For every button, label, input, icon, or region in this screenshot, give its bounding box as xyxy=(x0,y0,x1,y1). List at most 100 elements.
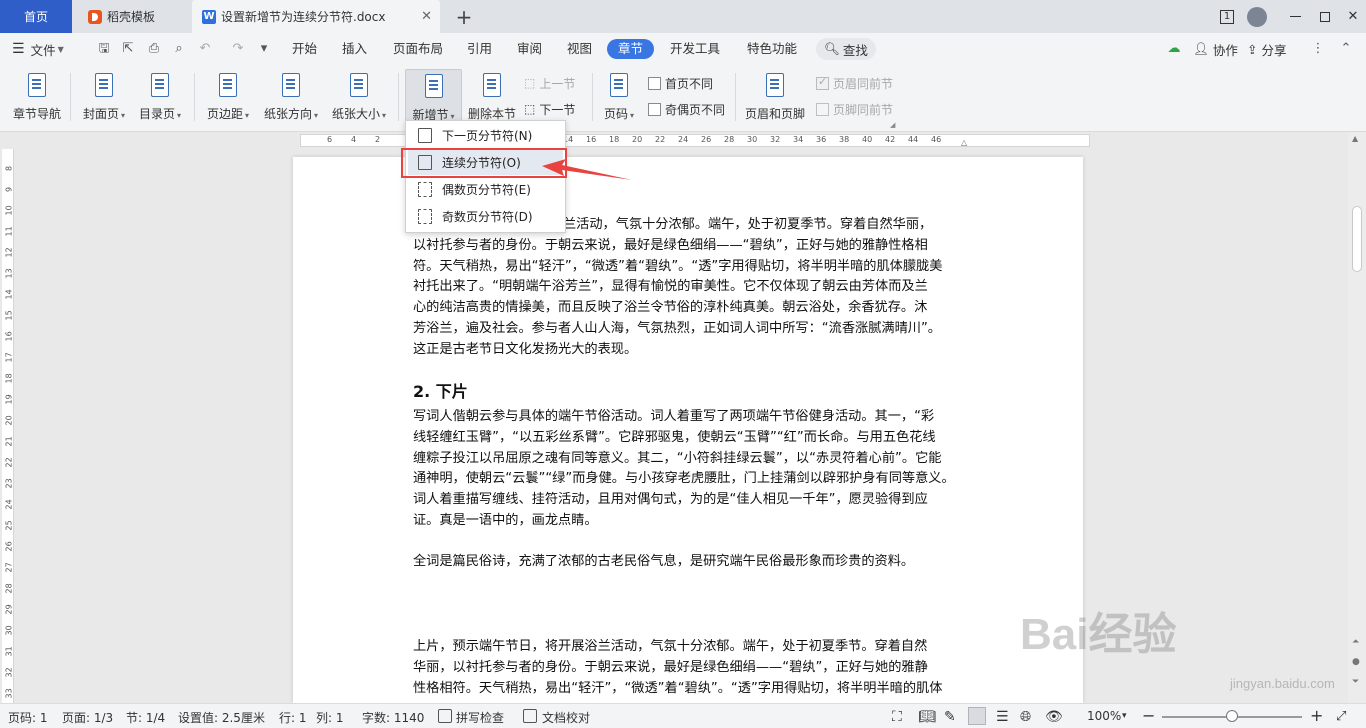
right-indent-marker-icon[interactable]: △ xyxy=(961,138,967,147)
orientation-button[interactable]: 纸张方向 ▾ xyxy=(260,69,322,127)
margin-icon xyxy=(214,71,242,101)
eye-protect-icon[interactable]: 👁︎ xyxy=(1045,709,1063,725)
page-view-icon[interactable] xyxy=(968,707,986,725)
tab-home[interactable]: 首页 xyxy=(0,0,72,33)
prev-section-button[interactable]: ⬚ 上一节 xyxy=(524,73,575,93)
ruler-tick: 26 xyxy=(701,135,712,144)
paper-size-button[interactable]: 纸张大小 ▾ xyxy=(328,69,390,127)
web-view-icon[interactable]: 🌐︎ xyxy=(1020,709,1031,725)
share-button[interactable]: ⇪ 分享 xyxy=(1247,39,1287,59)
cover-page-button[interactable]: 封面页 ▾ xyxy=(78,69,130,127)
new-tab-button[interactable]: + xyxy=(450,0,478,33)
next-section-button[interactable]: ⬚ 下一节 xyxy=(524,99,575,119)
zoom-out-icon[interactable]: − xyxy=(1142,706,1155,725)
redo-icon[interactable]: ↷ xyxy=(230,41,246,57)
status-row[interactable]: 行: 1 xyxy=(279,709,307,726)
margin-button[interactable]: 页边距 ▾ xyxy=(200,69,256,127)
tab-features[interactable]: 特色功能 xyxy=(745,39,799,59)
section-heading[interactable]: 2. 下片 xyxy=(413,378,468,402)
save-icon[interactable]: 🖫 xyxy=(96,41,112,57)
first-page-diff-checkbox[interactable]: 首页不同 xyxy=(648,73,713,93)
page-number-button[interactable]: 页码 ▾ xyxy=(598,69,640,127)
ruler-tick: 17 xyxy=(4,352,14,363)
collapse-ribbon-icon[interactable]: ⌃ xyxy=(1338,41,1354,57)
zoom-in-icon[interactable]: + xyxy=(1310,706,1323,725)
ruler-tick: 33 xyxy=(4,688,14,699)
tab-developer[interactable]: 开发工具 xyxy=(668,39,722,59)
status-page-count[interactable]: 页面: 1/3 xyxy=(62,709,113,726)
avatar[interactable] xyxy=(1242,0,1272,33)
export-icon[interactable]: ⇱ xyxy=(120,41,136,57)
proofread-button[interactable]: 文档校对 xyxy=(542,709,590,726)
close-tab-icon[interactable]: ✕ xyxy=(421,9,432,24)
prev-page-icon[interactable]: ⏶ xyxy=(1352,637,1359,647)
minimize-icon[interactable] xyxy=(1280,0,1310,33)
vertical-ruler[interactable]: 8 9 10 11 12 13 14 15 16 17 18 19 20 21 … xyxy=(0,149,17,703)
status-setting-value[interactable]: 设置值: 2.5厘米 xyxy=(178,709,265,726)
tab-document[interactable]: W 设置新增节为连续分节符.docx ✕ xyxy=(192,0,440,33)
text-line: 上片，预示端午节日，将开展浴兰活动，气氛十分浓郁。端午，处于初夏季节。穿着自然 xyxy=(413,639,928,654)
paragraph-2[interactable]: 写词人偕朝云参与具体的端午节俗活动。词人着重写了两项端午节俗健身活动。其一，“彩… xyxy=(413,407,968,532)
status-page-number[interactable]: 页码: 1 xyxy=(8,709,48,726)
paragraph-1[interactable]: 兰活动，气氛十分浓郁。端午，处于初夏季节。穿着自然华丽， 以衬托参与者的身份。于… xyxy=(413,215,968,361)
zoom-slider-handle[interactable] xyxy=(1226,710,1238,722)
tab-insert[interactable]: 插入 xyxy=(340,39,369,59)
dialog-launcher-icon[interactable]: ◢ xyxy=(890,121,895,129)
chevron-down-icon: ▼ xyxy=(57,44,64,54)
vertical-scrollbar[interactable]: ▲ ⏶ ● ⏷ xyxy=(1348,132,1366,703)
focus-mode-icon[interactable]: ⛶ xyxy=(892,709,902,725)
collab-button[interactable]: 👤︎ 协作 xyxy=(1193,39,1238,59)
ruler-tick: 27 xyxy=(4,562,14,573)
paragraph-3[interactable]: 全词是篇民俗诗，充满了浓郁的古老民俗气息，是研究端午民俗最形象而珍贵的资料。 xyxy=(413,552,968,573)
quick-access-dropdown-icon[interactable]: ▾ xyxy=(256,41,272,57)
read-mode-icon[interactable]: 📖︎ xyxy=(918,709,936,725)
zoom-dropdown-icon[interactable]: ▾ xyxy=(1122,711,1127,721)
tab-page-layout[interactable]: 页面布局 xyxy=(391,39,445,59)
document-page[interactable]: 兰活动，气氛十分浓郁。端午，处于初夏季节。穿着自然华丽， 以衬托参与者的身份。于… xyxy=(293,157,1083,703)
menu-item-odd-page-break[interactable]: 奇数页分节符(D) xyxy=(408,204,563,229)
print-preview-icon[interactable]: ⌕ xyxy=(171,41,187,57)
print-icon[interactable]: ⎙ xyxy=(146,41,162,57)
odd-even-diff-checkbox[interactable]: 奇偶页不同 xyxy=(648,99,725,119)
edit-mode-icon[interactable]: ✎ xyxy=(944,709,956,725)
header-footer-button[interactable]: 页眉和页脚 xyxy=(742,69,808,127)
file-menu[interactable]: ☰ 文件 ▼ xyxy=(12,39,64,59)
status-word-count[interactable]: 字数: 1140 xyxy=(362,709,424,726)
status-col[interactable]: 列: 1 xyxy=(316,709,344,726)
spellcheck-button[interactable]: 拼写检查 xyxy=(456,709,504,726)
window-badge[interactable]: 1 xyxy=(1212,0,1242,33)
close-window-icon[interactable]: ✕ xyxy=(1338,0,1366,33)
chapter-nav-button[interactable]: 章节导航 xyxy=(8,69,66,127)
status-section[interactable]: 节: 1/4 xyxy=(126,709,165,726)
select-browse-icon[interactable]: ● xyxy=(1352,657,1360,667)
scrollbar-thumb[interactable] xyxy=(1352,206,1362,272)
new-section-button[interactable]: 新增节 ▾ xyxy=(405,69,462,127)
ruler-tick: 38 xyxy=(839,135,850,144)
menu-item-next-page-break[interactable]: 下一页分节符(N) xyxy=(408,123,563,148)
footer-same-checkbox[interactable]: 页脚同前节 xyxy=(816,99,893,119)
cloud-sync-icon[interactable]: ☁ xyxy=(1166,41,1182,57)
toc-page-button[interactable]: 目录页 ▾ xyxy=(134,69,186,127)
zoom-level[interactable]: 100% xyxy=(1087,709,1121,723)
ruler-tick: 18 xyxy=(4,373,14,384)
search-box[interactable]: 🔍︎ 查找 xyxy=(816,38,876,60)
restore-icon[interactable] xyxy=(1310,0,1340,33)
tab-section[interactable]: 章节 xyxy=(607,39,655,59)
more-icon[interactable]: ⋮ xyxy=(1310,41,1326,57)
undo-icon[interactable]: ↶ xyxy=(197,41,213,57)
tab-references[interactable]: 引用 xyxy=(465,39,494,59)
delete-section-button[interactable]: 删除本节 xyxy=(466,69,518,127)
vruler-track: 8 9 10 11 12 13 14 15 16 17 18 19 20 21 … xyxy=(2,149,14,703)
ruler-tick: 40 xyxy=(862,135,873,144)
outline-view-icon[interactable]: ☰ xyxy=(996,709,1009,725)
fullscreen-icon[interactable]: ⤢ xyxy=(1336,709,1346,724)
tab-templates[interactable]: 稻壳模板 xyxy=(74,0,190,33)
horizontal-ruler[interactable]: 6 4 2 2 4 6 8 10 12 14 16 18 20 22 24 26… xyxy=(0,132,1366,149)
tab-start[interactable]: 开始 xyxy=(290,39,319,59)
scroll-up-icon[interactable]: ▲ xyxy=(1352,134,1358,143)
tab-review[interactable]: 审阅 xyxy=(515,39,544,59)
tab-view[interactable]: 视图 xyxy=(565,39,594,59)
paragraph-4[interactable]: 上片，预示端午节日，将开展浴兰活动，气氛十分浓郁。端午，处于初夏季节。穿着自然 … xyxy=(413,637,968,699)
header-same-checkbox[interactable]: 页眉同前节 xyxy=(816,73,893,93)
next-page-icon[interactable]: ⏷ xyxy=(1352,677,1359,687)
